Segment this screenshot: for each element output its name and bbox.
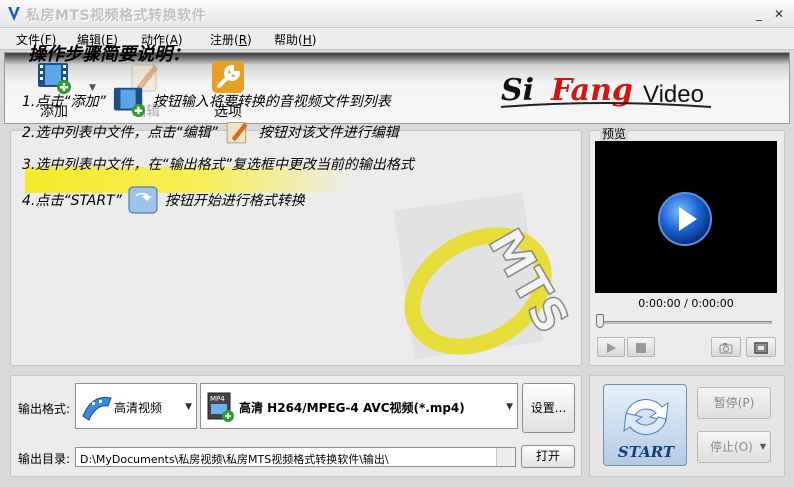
step2-post-text: 按钮对该文件进行编辑 xyxy=(258,125,399,141)
guide-step-3: 3.选中列表中文件，在“输出格式”复选框中更改当前的输出格式 xyxy=(22,154,414,174)
step2-pre-text: 2.选中列表中文件，点击“编辑” xyxy=(22,125,218,141)
seek-bar[interactable] xyxy=(596,321,772,324)
close-button[interactable]: ✕ xyxy=(771,6,787,22)
film-strip-icon xyxy=(82,396,112,421)
format-category-select[interactable]: 高清视频 ▼ xyxy=(75,383,197,429)
stop-dropdown-arrow-icon[interactable]: ▼ xyxy=(760,432,766,462)
output-format-select[interactable]: MP4 高清 H264/MPEG-4 AVC视频(*.mp4) ▼ xyxy=(200,383,518,429)
output-format-label: 输出格式: xyxy=(18,402,71,416)
step1-pre-text: 1.点击“添加” xyxy=(22,94,106,110)
title-bar: 私房MTS视频格式转换软件 _ ✕ xyxy=(0,0,794,28)
fullscreen-button[interactable] xyxy=(746,337,776,357)
guide-step-1: 1.点击“添加” 按钮输入将要转换的音视频文件到列表 xyxy=(22,84,391,118)
format-category-value: 高清视频 xyxy=(114,401,163,415)
start-button[interactable]: START xyxy=(603,384,687,466)
output-dir-label: 输出目录: xyxy=(18,452,71,466)
app-logo-icon xyxy=(8,7,20,21)
window-title: 私房MTS视频格式转换软件 xyxy=(26,8,207,24)
preview-label: 预览 xyxy=(600,125,629,142)
menu-help[interactable]: 帮助(H) xyxy=(274,31,316,48)
chevron-down-icon: ▼ xyxy=(185,402,192,412)
mp4-file-icon: MP4 xyxy=(207,392,234,422)
step4-post-text: 按钮开始进行格式转换 xyxy=(164,193,305,209)
fullscreen-icon xyxy=(754,342,768,354)
output-dir-field[interactable]: D:\MyDocuments\私房视频\私房MTS视频格式转换软件\输出\ xyxy=(75,447,516,467)
output-format-value: 高清 H264/MPEG-4 AVC视频(*.mp4) xyxy=(239,401,465,415)
chevron-down-icon: ▼ xyxy=(506,402,513,412)
sifang-video-logo: Si Fang Video xyxy=(501,73,741,113)
guide-step-4: 4.点击“START” 按钮开始进行格式转换 xyxy=(22,186,305,214)
seek-thumb[interactable] xyxy=(596,314,604,328)
preview-stop-button[interactable] xyxy=(627,337,655,357)
preview-play-button[interactable] xyxy=(597,337,625,357)
settings-button[interactable]: 设置... xyxy=(522,383,575,433)
open-folder-button[interactable]: 打开 xyxy=(521,445,575,468)
snapshot-button[interactable] xyxy=(711,337,741,357)
stop-small-icon xyxy=(636,343,646,353)
start-label: START xyxy=(617,443,675,461)
stop-button[interactable]: 停止(O) ▼ xyxy=(697,431,771,463)
guide-title: 操作步骤简要说明： xyxy=(28,44,190,65)
play-icon[interactable] xyxy=(657,191,713,247)
pause-label: 暂停 xyxy=(713,396,738,410)
start-inline-icon xyxy=(128,186,158,214)
playback-time: 0:00:00 / 0:00:00 xyxy=(638,297,734,310)
convert-arrows-icon xyxy=(623,399,669,435)
output-dir-scroll[interactable] xyxy=(496,448,515,466)
video-preview-screen xyxy=(595,141,777,293)
play-small-icon xyxy=(607,343,616,353)
stop-label: 停止 xyxy=(710,440,735,454)
add-video-inline-icon xyxy=(114,87,146,118)
mts-watermark: MTS xyxy=(393,192,580,360)
guide-step-2: 2.选中列表中文件，点击“编辑” 按钮对该文件进行编辑 xyxy=(22,118,399,146)
pause-button[interactable]: 暂停(P) xyxy=(697,387,771,419)
mp4-badge-text: MP4 xyxy=(210,395,225,403)
camera-icon xyxy=(719,343,733,354)
minimize-button[interactable]: _ xyxy=(751,6,767,22)
stop-key: (O) xyxy=(734,440,753,454)
logo-swoosh xyxy=(501,102,711,108)
menu-register[interactable]: 注册(R) xyxy=(210,31,252,48)
step4-pre-text: 4.点击“START” xyxy=(22,193,122,209)
step3-text: 3.选中列表中文件，在“输出格式”复选框中更改当前的输出格式 xyxy=(22,157,414,173)
edit-inline-icon xyxy=(227,122,248,144)
step1-post-text: 按钮输入将要转换的音视频文件到列表 xyxy=(152,94,391,110)
pause-key: (P) xyxy=(737,396,755,410)
